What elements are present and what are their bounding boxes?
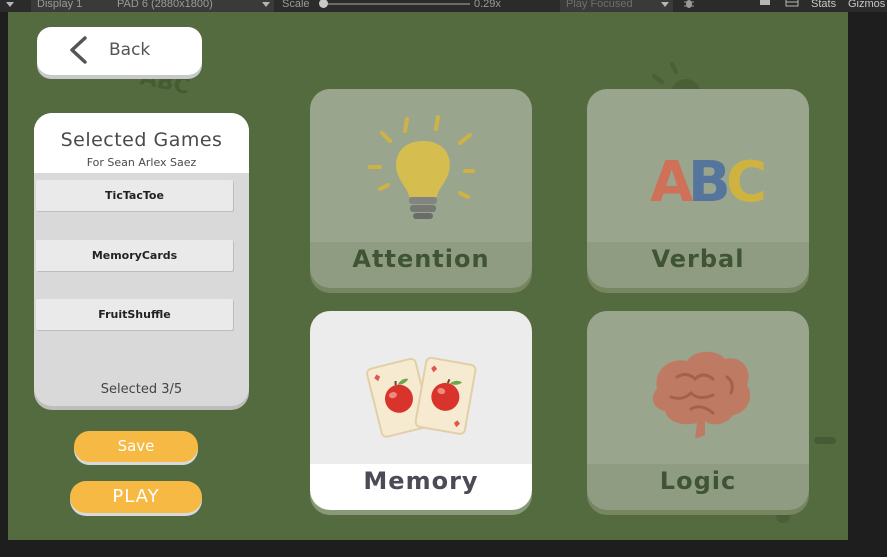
category-card-verbal[interactable]: A B C Verbal xyxy=(587,89,809,288)
decor-shape xyxy=(776,509,790,523)
category-card-attention[interactable]: Attention xyxy=(310,89,532,288)
display-label: Display 1 xyxy=(37,0,83,10)
back-button[interactable]: Back xyxy=(37,27,202,75)
selected-game-item[interactable]: MemoryCards xyxy=(36,240,233,271)
chevron-down-icon xyxy=(661,2,669,7)
category-label: Memory xyxy=(363,467,479,495)
brain-icon xyxy=(652,351,751,439)
panel-subtitle: For Sean Arlex Saez xyxy=(86,156,197,169)
selected-game-item[interactable]: TicTacToe xyxy=(36,180,233,211)
play-button[interactable]: PLAY xyxy=(70,481,202,513)
category-card-memory[interactable]: Memory xyxy=(310,311,532,510)
resolution-label: PAD 6 (2880x1800) xyxy=(117,0,213,10)
abc-letter-b: B xyxy=(688,150,731,215)
bug-icon[interactable] xyxy=(680,0,698,12)
gizmos-button[interactable]: Gizmos xyxy=(848,0,885,12)
abc-letter-c: C xyxy=(726,150,767,215)
toolbar-menu-caret[interactable] xyxy=(6,0,14,12)
display-dropdown[interactable]: Display 1 xyxy=(31,0,117,12)
editor-left-border xyxy=(0,12,8,540)
play-mode-dropdown[interactable]: Play Focused xyxy=(560,0,673,12)
category-card-logic[interactable]: Logic xyxy=(587,311,809,510)
scale-slider-track[interactable] xyxy=(322,3,470,5)
category-label: Verbal xyxy=(651,245,745,273)
game-view: ABC Back Selected Games For Sean Arlex S… xyxy=(8,12,848,540)
category-label: Logic xyxy=(659,467,737,495)
selected-count: Selected 3/5 xyxy=(100,382,183,397)
category-label: Attention xyxy=(352,245,490,273)
chevron-left-icon xyxy=(70,36,87,64)
resolution-dropdown[interactable]: PAD 6 (2880x1800) xyxy=(111,0,274,12)
decor-shape xyxy=(814,437,836,444)
back-button-label: Back xyxy=(109,40,151,60)
memory-cards-icon xyxy=(366,356,477,438)
editor-right-border xyxy=(848,12,887,557)
editor-bottom-border xyxy=(0,540,887,557)
scale-slider-handle[interactable] xyxy=(319,0,328,8)
play-mode-label: Play Focused xyxy=(566,0,633,10)
stats-button[interactable]: Stats xyxy=(811,0,836,12)
selected-games-panel: Selected Games For Sean Arlex Saez TicTa… xyxy=(34,113,249,406)
lightbulb-icon xyxy=(368,115,475,219)
grid-icon[interactable] xyxy=(783,0,801,12)
save-button[interactable]: Save xyxy=(74,431,198,462)
scale-label: Scale xyxy=(282,0,310,10)
abc-icon: A B C xyxy=(650,150,767,215)
panel-header: Selected Games For Sean Arlex Saez xyxy=(34,113,249,173)
panel-title: Selected Games xyxy=(60,129,223,151)
scale-value: 0.29x xyxy=(474,0,501,10)
audio-mute-icon[interactable] xyxy=(756,0,774,12)
selected-game-item[interactable]: FruitShuffle xyxy=(36,299,233,330)
editor-toolbar: Display 1 PAD 6 (2880x1800) Scale 0.29x … xyxy=(0,0,887,12)
chevron-down-icon xyxy=(262,2,270,7)
